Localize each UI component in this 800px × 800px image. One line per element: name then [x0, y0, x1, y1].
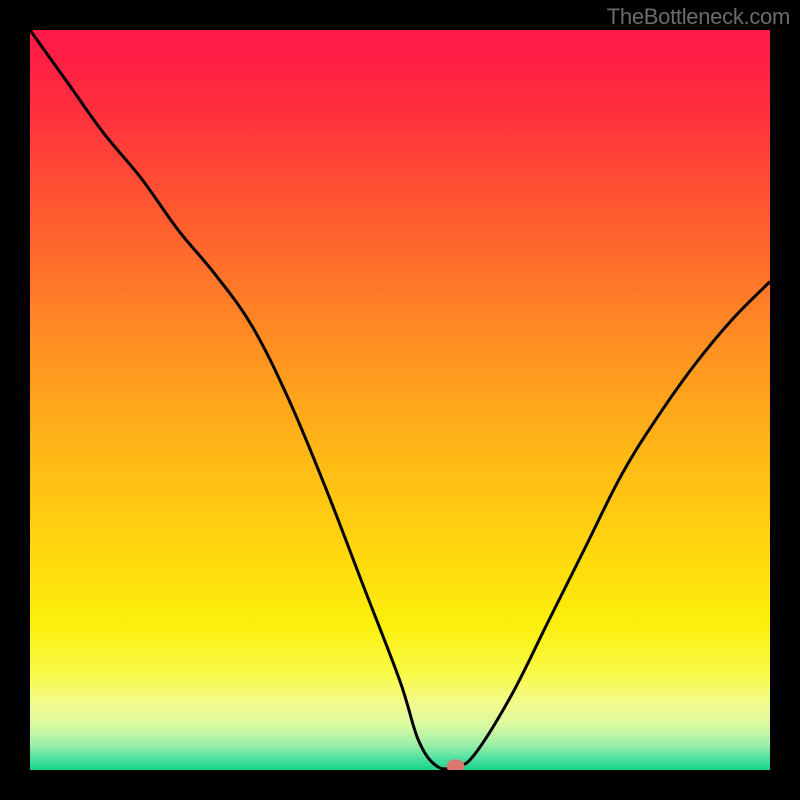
watermark-text: TheBottleneck.com [607, 4, 790, 30]
chart-svg [30, 30, 770, 770]
gradient-background [30, 30, 770, 770]
chart-frame [30, 30, 770, 770]
